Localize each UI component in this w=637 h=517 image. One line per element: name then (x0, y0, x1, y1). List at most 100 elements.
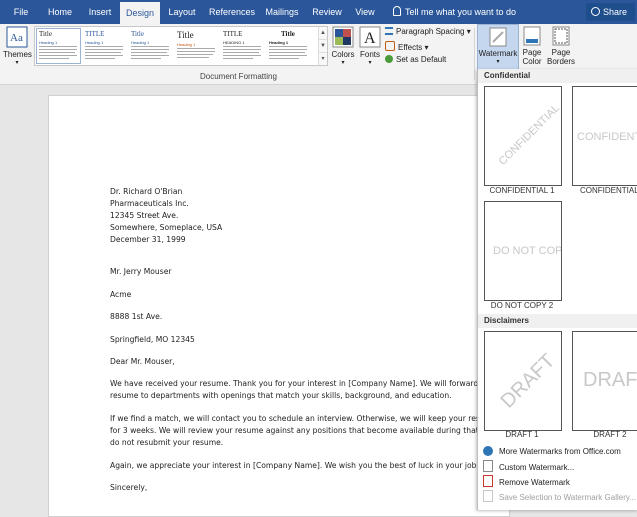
sender-city: Somewhere, Someplace, USA (110, 223, 223, 232)
colors-button[interactable]: Colors ▾ (330, 26, 356, 66)
gallery-scrollbar[interactable]: ▲ ▼ ▾ (318, 27, 327, 65)
tab-review[interactable]: Review (308, 0, 346, 24)
style-set-title: TITLE (223, 30, 243, 38)
watermark-thumb-confidential-2[interactable]: CONFIDENTIAL (572, 86, 637, 186)
set-as-default-label: Set as Default (396, 55, 447, 64)
salutation: Dear Mr. Mouser, (110, 357, 175, 366)
watermark-caption: DRAFT 1 (505, 430, 539, 439)
menu-remove-watermark[interactable]: Remove Watermark (478, 475, 637, 489)
style-set-line (39, 49, 77, 50)
style-set-line (85, 58, 115, 59)
style-set-line (131, 52, 167, 53)
style-set-line (269, 46, 307, 47)
style-set-line (223, 55, 261, 56)
style-set-line (269, 52, 305, 53)
watermark-thumb-draft-2[interactable]: DRAFT (572, 331, 637, 431)
style-set-line (223, 49, 261, 50)
closing: Sincerely, (110, 483, 148, 492)
menu-label: More Watermarks from Office.com (499, 447, 621, 456)
scroll-up-icon[interactable]: ▲ (319, 27, 327, 40)
colors-label: Colors (331, 50, 355, 59)
watermark-gallery-panel: Confidential CONFIDENTIAL CONFIDENTIAL 1… (477, 69, 637, 510)
tab-insert[interactable]: Insert (82, 0, 118, 24)
paragraph-2-line: for 3 weeks. We will review your resume … (110, 426, 528, 435)
tab-view[interactable]: View (350, 0, 380, 24)
watermark-caption: DRAFT 2 (593, 430, 627, 439)
recipient-city: Springfield, MO 12345 (110, 335, 195, 344)
style-set-line (131, 49, 169, 50)
themes-icon: Aa (6, 26, 28, 48)
document-formatting-group-label: Document Formatting (200, 72, 277, 81)
style-set-heading: Heading 1 (269, 40, 289, 45)
gallery-more-icon[interactable]: ▾ (319, 53, 327, 65)
share-label: Share (603, 7, 628, 17)
office-globe-icon (483, 446, 493, 456)
style-set-line (177, 57, 209, 58)
style-set-heading: Heading 1 (39, 40, 58, 45)
watermark-thumb-draft-1[interactable]: DRAFT (484, 331, 562, 431)
style-set-thumb[interactable]: Title Heading 1 (175, 29, 218, 63)
lightbulb-icon (393, 6, 401, 16)
paragraph-1-line: resume to departments with openings that… (110, 391, 452, 400)
fonts-label: Fonts (359, 50, 380, 59)
document-page[interactable] (48, 95, 510, 517)
style-set-thumb[interactable]: TITLE Heading 1 (83, 29, 126, 63)
recipient-company: Acme (110, 290, 132, 299)
menu-custom-watermark[interactable]: Custom Watermark... (478, 460, 637, 474)
watermark-text: CONFIDENTIAL (577, 131, 637, 143)
style-set-line (269, 49, 307, 50)
style-set-line (39, 52, 75, 53)
tab-references[interactable]: References (206, 0, 258, 24)
style-set-line (269, 58, 299, 59)
style-set-title: TITLE (85, 30, 105, 38)
tab-home[interactable]: Home (42, 0, 78, 24)
style-set-title: Title (131, 30, 144, 38)
set-as-default-button[interactable]: Set as Default (385, 55, 446, 64)
scroll-down-icon[interactable]: ▼ (319, 40, 327, 53)
style-set-heading: Heading 1 (131, 40, 150, 45)
menu-more-watermarks[interactable]: More Watermarks from Office.com (478, 445, 637, 459)
themes-button[interactable]: Aa Themes ▾ (3, 26, 32, 66)
watermark-caption: DO NOT COPY 2 (490, 301, 554, 310)
section-header-confidential: Confidential (478, 69, 637, 83)
style-set-thumb[interactable]: Title Heading 1 (36, 28, 81, 64)
style-set-line (223, 58, 253, 59)
style-set-line (131, 58, 161, 59)
page-borders-button[interactable]: Page Borders (547, 26, 575, 66)
style-set-thumb[interactable]: Title Heading 1 (267, 29, 310, 63)
group-separator (474, 28, 475, 80)
watermark-thumb-confidential-1[interactable]: CONFIDENTIAL (484, 86, 562, 186)
colors-dropdown-icon: ▾ (341, 60, 345, 66)
watermark-text: DRAFT (496, 349, 560, 413)
fonts-button[interactable]: A Fonts ▾ (358, 26, 382, 66)
colors-icon (332, 26, 354, 48)
sender-street: 12345 Street Ave. (110, 211, 179, 220)
letter-date: December 31, 1999 (110, 235, 186, 244)
style-set-thumb[interactable]: TITLE HEADING 1 (221, 29, 264, 63)
style-set-line (177, 51, 215, 52)
svg-text:Aa: Aa (10, 32, 23, 44)
paragraph-2-line: do not resubmit your resume. (110, 438, 224, 447)
page-color-button[interactable]: Page Color (519, 26, 545, 66)
tell-me-box[interactable]: Tell me what you want to do (393, 0, 516, 24)
style-set-line (39, 46, 77, 47)
menu-save-selection[interactable]: Save Selection to Watermark Gallery... (478, 490, 637, 504)
style-set-line (223, 52, 259, 53)
style-set-thumb[interactable]: Title Heading 1 (129, 29, 172, 63)
effects-button[interactable]: Effects ▾ (385, 41, 429, 52)
style-set-line (177, 54, 213, 55)
share-button[interactable]: Share (586, 3, 635, 21)
paragraph-spacing-label: Paragraph Spacing (396, 27, 465, 36)
style-set-gallery[interactable]: Title Heading 1 TITLE Heading 1 Title He… (34, 26, 328, 66)
watermark-button[interactable]: Watermark ▾ (477, 24, 519, 72)
fonts-dropdown-icon: ▾ (368, 60, 372, 66)
paragraph-spacing-button[interactable]: Paragraph Spacing ▾ (385, 27, 471, 36)
sender-name: Dr. Richard O'Brian (110, 187, 183, 196)
tab-mailings[interactable]: Mailings (262, 0, 302, 24)
svg-text:A: A (364, 30, 376, 47)
tab-layout[interactable]: Layout (164, 0, 200, 24)
recipient-name: Mr. Jerry Mouser (110, 267, 172, 276)
tab-design[interactable]: Design (120, 2, 160, 24)
watermark-thumb-do-not-copy[interactable]: DO NOT COPY (484, 201, 562, 301)
tab-file[interactable]: File (6, 0, 36, 24)
